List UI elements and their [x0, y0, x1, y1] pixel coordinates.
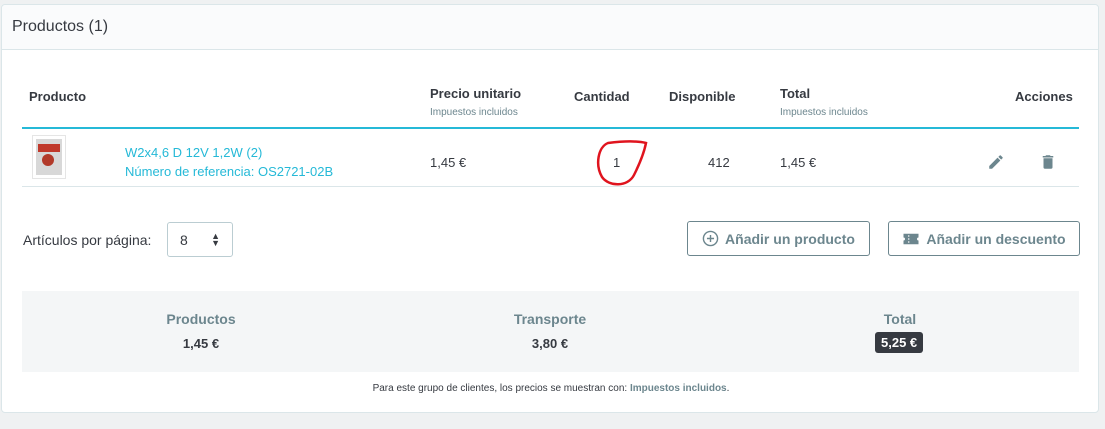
header-product: Producto: [29, 89, 87, 104]
pencil-icon[interactable]: [986, 152, 1006, 172]
tax-footnote: Para este grupo de clientes, los precios…: [2, 383, 1100, 394]
product-name-link[interactable]: W2x4,6 D 12V 1,2W (2): [125, 145, 262, 160]
summary-products-label: Productos: [166, 311, 236, 327]
add-discount-label: Añadir un descuento: [926, 230, 1066, 247]
footnote-prefix: Para este grupo de clientes, los precios…: [372, 383, 630, 394]
add-product-button[interactable]: Añadir un producto: [687, 221, 870, 256]
header-total: Total: [780, 86, 811, 101]
header-quantity: Cantidad: [574, 89, 630, 104]
row-quantity: 1: [613, 155, 621, 170]
row-divider: [22, 186, 1079, 187]
header-actions: Acciones: [1015, 89, 1073, 104]
summary-products-value: 1,45 €: [182, 336, 220, 351]
card-title: Productos (1): [12, 18, 109, 35]
add-discount-button[interactable]: Añadir un descuento: [888, 221, 1080, 256]
footnote-emphasis: Impuestos incluidos: [629, 383, 727, 394]
header-available: Disponible: [669, 89, 736, 104]
row-available: 412: [708, 155, 730, 170]
per-page-select[interactable]: 8 ▲ ▼: [167, 222, 233, 257]
plus-circle-icon: [702, 230, 719, 247]
ticket-icon: [903, 233, 919, 244]
products-card: Productos (1) Producto Precio unitario I…: [1, 4, 1099, 413]
summary-shipping-value: 3,80 €: [531, 336, 569, 351]
card-header: Productos (1): [2, 5, 1098, 50]
product-thumbnail[interactable]: [32, 135, 66, 179]
add-product-label: Añadir un producto: [725, 230, 855, 247]
header-divider: [22, 127, 1079, 129]
summary-total-badge: 5,25 €: [875, 332, 924, 353]
product-reference-link[interactable]: Número de referencia: OS2721-02B: [125, 164, 333, 179]
summary-total-label: Total: [883, 311, 917, 327]
summary-shipping-label: Transporte: [513, 311, 587, 327]
trash-icon[interactable]: [1038, 152, 1058, 172]
header-unit-price-sub: Impuestos incluidos: [430, 107, 518, 118]
footnote-suffix: .: [726, 383, 730, 394]
per-page-value: 8: [180, 232, 188, 248]
row-unit-price: 1,45 €: [430, 155, 467, 170]
header-total-sub: Impuestos incluidos: [780, 107, 868, 118]
select-arrows-icon: ▲ ▼: [211, 231, 220, 248]
per-page-label: Artículos por página:: [23, 232, 152, 248]
header-unit-price: Precio unitario: [430, 86, 522, 101]
row-total: 1,45 €: [780, 155, 817, 170]
annotation-circle-quantity: [596, 140, 648, 186]
